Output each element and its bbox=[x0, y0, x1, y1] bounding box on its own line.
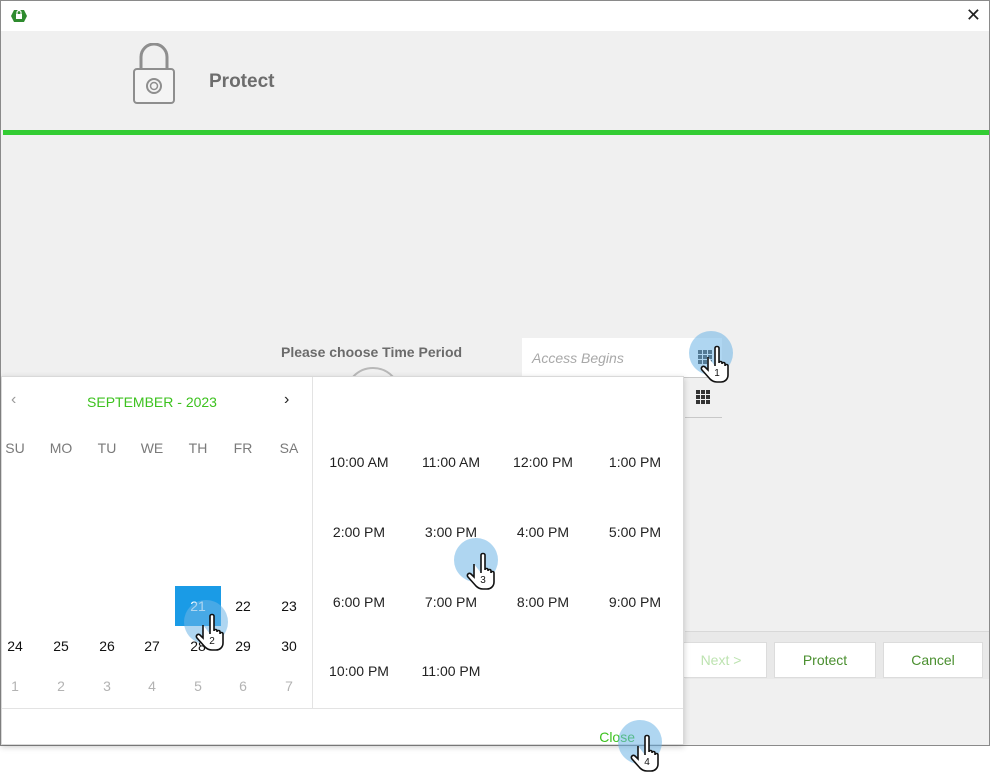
weekday-label: TH bbox=[188, 440, 208, 456]
time-option[interactable]: 8:00 PM bbox=[497, 587, 589, 617]
calendar-day[interactable]: 27 bbox=[129, 626, 175, 666]
time-option[interactable]: 2:00 PM bbox=[313, 517, 405, 547]
step-number: 4 bbox=[644, 757, 650, 768]
time-option[interactable]: 10:00 PM bbox=[313, 656, 405, 686]
step-number: 3 bbox=[480, 575, 486, 586]
calendar-day[interactable]: 23 bbox=[266, 586, 312, 626]
page-header: Protect bbox=[1, 31, 989, 129]
weekday-label: FR bbox=[233, 440, 253, 456]
weekday-label: SU bbox=[5, 440, 25, 456]
time-period-label: Please choose Time Period bbox=[281, 344, 463, 360]
hand-pointer-icon: 2 bbox=[195, 613, 224, 651]
step-number: 2 bbox=[209, 636, 215, 647]
access-begins-placeholder: Access Begins bbox=[532, 350, 624, 366]
calendar-day-next-month[interactable]: 3 bbox=[84, 666, 130, 706]
time-option[interactable]: 6:00 PM bbox=[313, 587, 405, 617]
access-ends-underline bbox=[685, 417, 722, 418]
calendar-day-next-month[interactable]: 2 bbox=[38, 666, 84, 706]
time-option[interactable]: 11:00 AM bbox=[405, 447, 497, 477]
calendar-day-next-month[interactable]: 7 bbox=[266, 666, 312, 706]
time-option[interactable]: 5:00 PM bbox=[589, 517, 681, 547]
hand-pointer-icon: 3 bbox=[466, 552, 495, 590]
time-option[interactable]: 10:00 AM bbox=[313, 447, 405, 477]
lock-icon bbox=[133, 43, 175, 104]
next-button[interactable]: Next > bbox=[675, 642, 767, 678]
calendar-day-next-month[interactable]: 5 bbox=[175, 666, 221, 706]
calendar-day[interactable]: 30 bbox=[266, 626, 312, 666]
calendar-day[interactable]: 24 bbox=[0, 626, 38, 666]
calendar-day[interactable]: 26 bbox=[84, 626, 130, 666]
app-logo-icon bbox=[11, 9, 27, 22]
calendar-day[interactable]: 25 bbox=[38, 626, 84, 666]
close-icon[interactable]: ✕ bbox=[966, 5, 981, 26]
protect-button[interactable]: Protect bbox=[774, 642, 876, 678]
chevron-right-icon[interactable]: › bbox=[284, 391, 289, 409]
time-option[interactable]: 12:00 PM bbox=[497, 447, 589, 477]
weekday-label: TU bbox=[97, 440, 117, 456]
time-option[interactable]: 1:00 PM bbox=[589, 447, 681, 477]
time-option[interactable]: 4:00 PM bbox=[497, 517, 589, 547]
weekday-label: WE bbox=[140, 440, 164, 456]
calendar-day-next-month[interactable]: 1 bbox=[0, 666, 38, 706]
time-option[interactable]: 11:00 PM bbox=[405, 656, 497, 686]
calendar-panel: ‹ SEPTEMBER - 2023 › SU MO TU WE TH FR S… bbox=[2, 377, 313, 708]
picker-footer: Close bbox=[2, 708, 683, 745]
calendar-day-next-month[interactable]: 4 bbox=[129, 666, 175, 706]
calendar-day-next-month[interactable]: 6 bbox=[220, 666, 266, 706]
hand-pointer-icon: 1 bbox=[700, 345, 729, 383]
month-label: SEPTEMBER - 2023 bbox=[87, 394, 217, 410]
progress-bar bbox=[3, 130, 989, 135]
hand-pointer-icon: 4 bbox=[630, 734, 659, 772]
weekday-label: MO bbox=[49, 440, 73, 456]
title-bar: ✕ bbox=[1, 1, 989, 31]
cancel-button[interactable]: Cancel bbox=[883, 642, 983, 678]
date-time-picker: ‹ SEPTEMBER - 2023 › SU MO TU WE TH FR S… bbox=[1, 376, 684, 745]
time-option[interactable]: 9:00 PM bbox=[589, 587, 681, 617]
calendar-grid-icon[interactable] bbox=[696, 390, 710, 404]
weekday-label: SA bbox=[279, 440, 299, 456]
step-number: 1 bbox=[714, 368, 720, 379]
page-title: Protect bbox=[209, 71, 275, 92]
